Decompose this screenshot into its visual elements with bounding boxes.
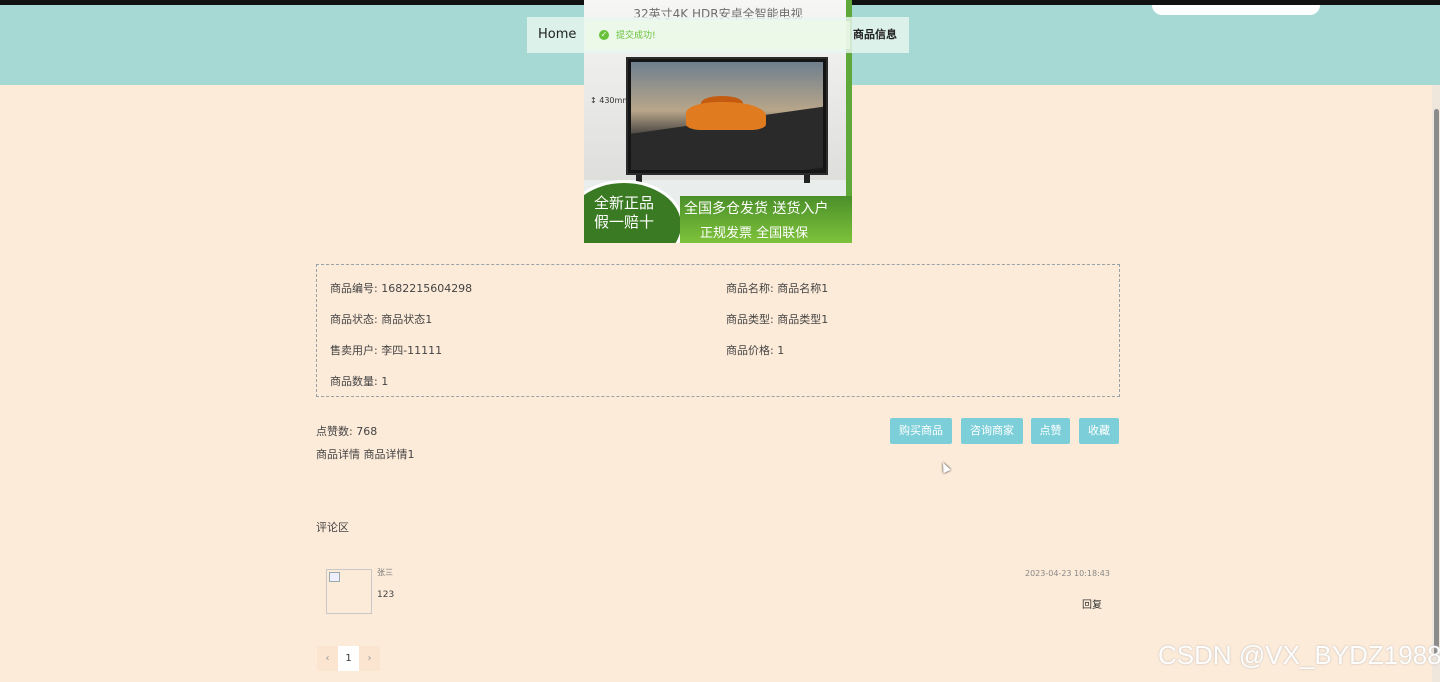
product-info-box: 商品编号: 1682215604298 商品名称: 商品名称1 商品状态: 商品… [316, 264, 1120, 397]
product-type: 商品类型: 商品类型1 [726, 313, 829, 326]
seller: 售卖用户: 李四-11111 [330, 344, 443, 357]
broken-image-icon [329, 572, 340, 582]
tv-stand-right [804, 175, 810, 183]
check-circle-icon: ✓ [599, 30, 609, 40]
promo-bar: 全国多仓发货 送货入户 正规发票 全国联保 [680, 196, 852, 243]
nav-home-link[interactable]: Home [538, 17, 576, 53]
avatar [326, 569, 372, 614]
product-detail: 商品详情 商品详情1 [316, 448, 415, 461]
comment-content: 123 [377, 590, 395, 600]
comment-user: 张三 [377, 568, 393, 577]
pagination-page-1[interactable]: 1 [338, 646, 359, 671]
product-status: 商品状态: 商品状态1 [330, 313, 433, 326]
favorite-button[interactable]: 收藏 [1079, 418, 1119, 444]
page-scrollbar[interactable] [1432, 85, 1440, 682]
promo-bar-line1: 全国多仓发货 送货入户 [684, 201, 829, 217]
mouse-cursor-icon [939, 460, 951, 474]
product-no: 商品编号: 1682215604298 [330, 282, 473, 295]
comment-section-title: 评论区 [316, 521, 349, 534]
consult-button[interactable]: 咨询商家 [961, 418, 1023, 444]
product-name: 商品名称: 商品名称1 [726, 282, 829, 295]
pagination: ‹ 1 › [317, 646, 380, 671]
tv-illustration [626, 57, 828, 175]
comment-time: 2023-04-23 10:18:43 [1025, 569, 1110, 578]
buy-button[interactable]: 购买商品 [890, 418, 952, 444]
likes-count: 点赞数: 768 [316, 425, 378, 438]
toast-message: 提交成功! [616, 31, 656, 41]
success-toast: ✓ 提交成功! [585, 21, 850, 49]
search-box[interactable] [1152, 5, 1320, 15]
dimension-label: ↕ 430mm [590, 96, 631, 105]
promo-bar-line2: 正规发票 全国联保 [700, 226, 809, 241]
pagination-next-button[interactable]: › [359, 646, 380, 671]
reply-button[interactable]: 回复 [1082, 596, 1102, 611]
scrollbar-thumb[interactable] [1434, 109, 1439, 655]
product-price: 商品价格: 1 [726, 344, 785, 357]
pagination-prev-button[interactable]: ‹ [317, 646, 338, 671]
like-button[interactable]: 点赞 [1031, 418, 1070, 444]
promo-badge-text: 全新正品 假一赔十 [594, 194, 655, 231]
watermark: CSDN @VX_BYDZ1988 [1158, 640, 1440, 670]
nav-product-info-link[interactable]: 商品信息 [853, 17, 897, 53]
product-quantity: 商品数量: 1 [330, 375, 389, 388]
